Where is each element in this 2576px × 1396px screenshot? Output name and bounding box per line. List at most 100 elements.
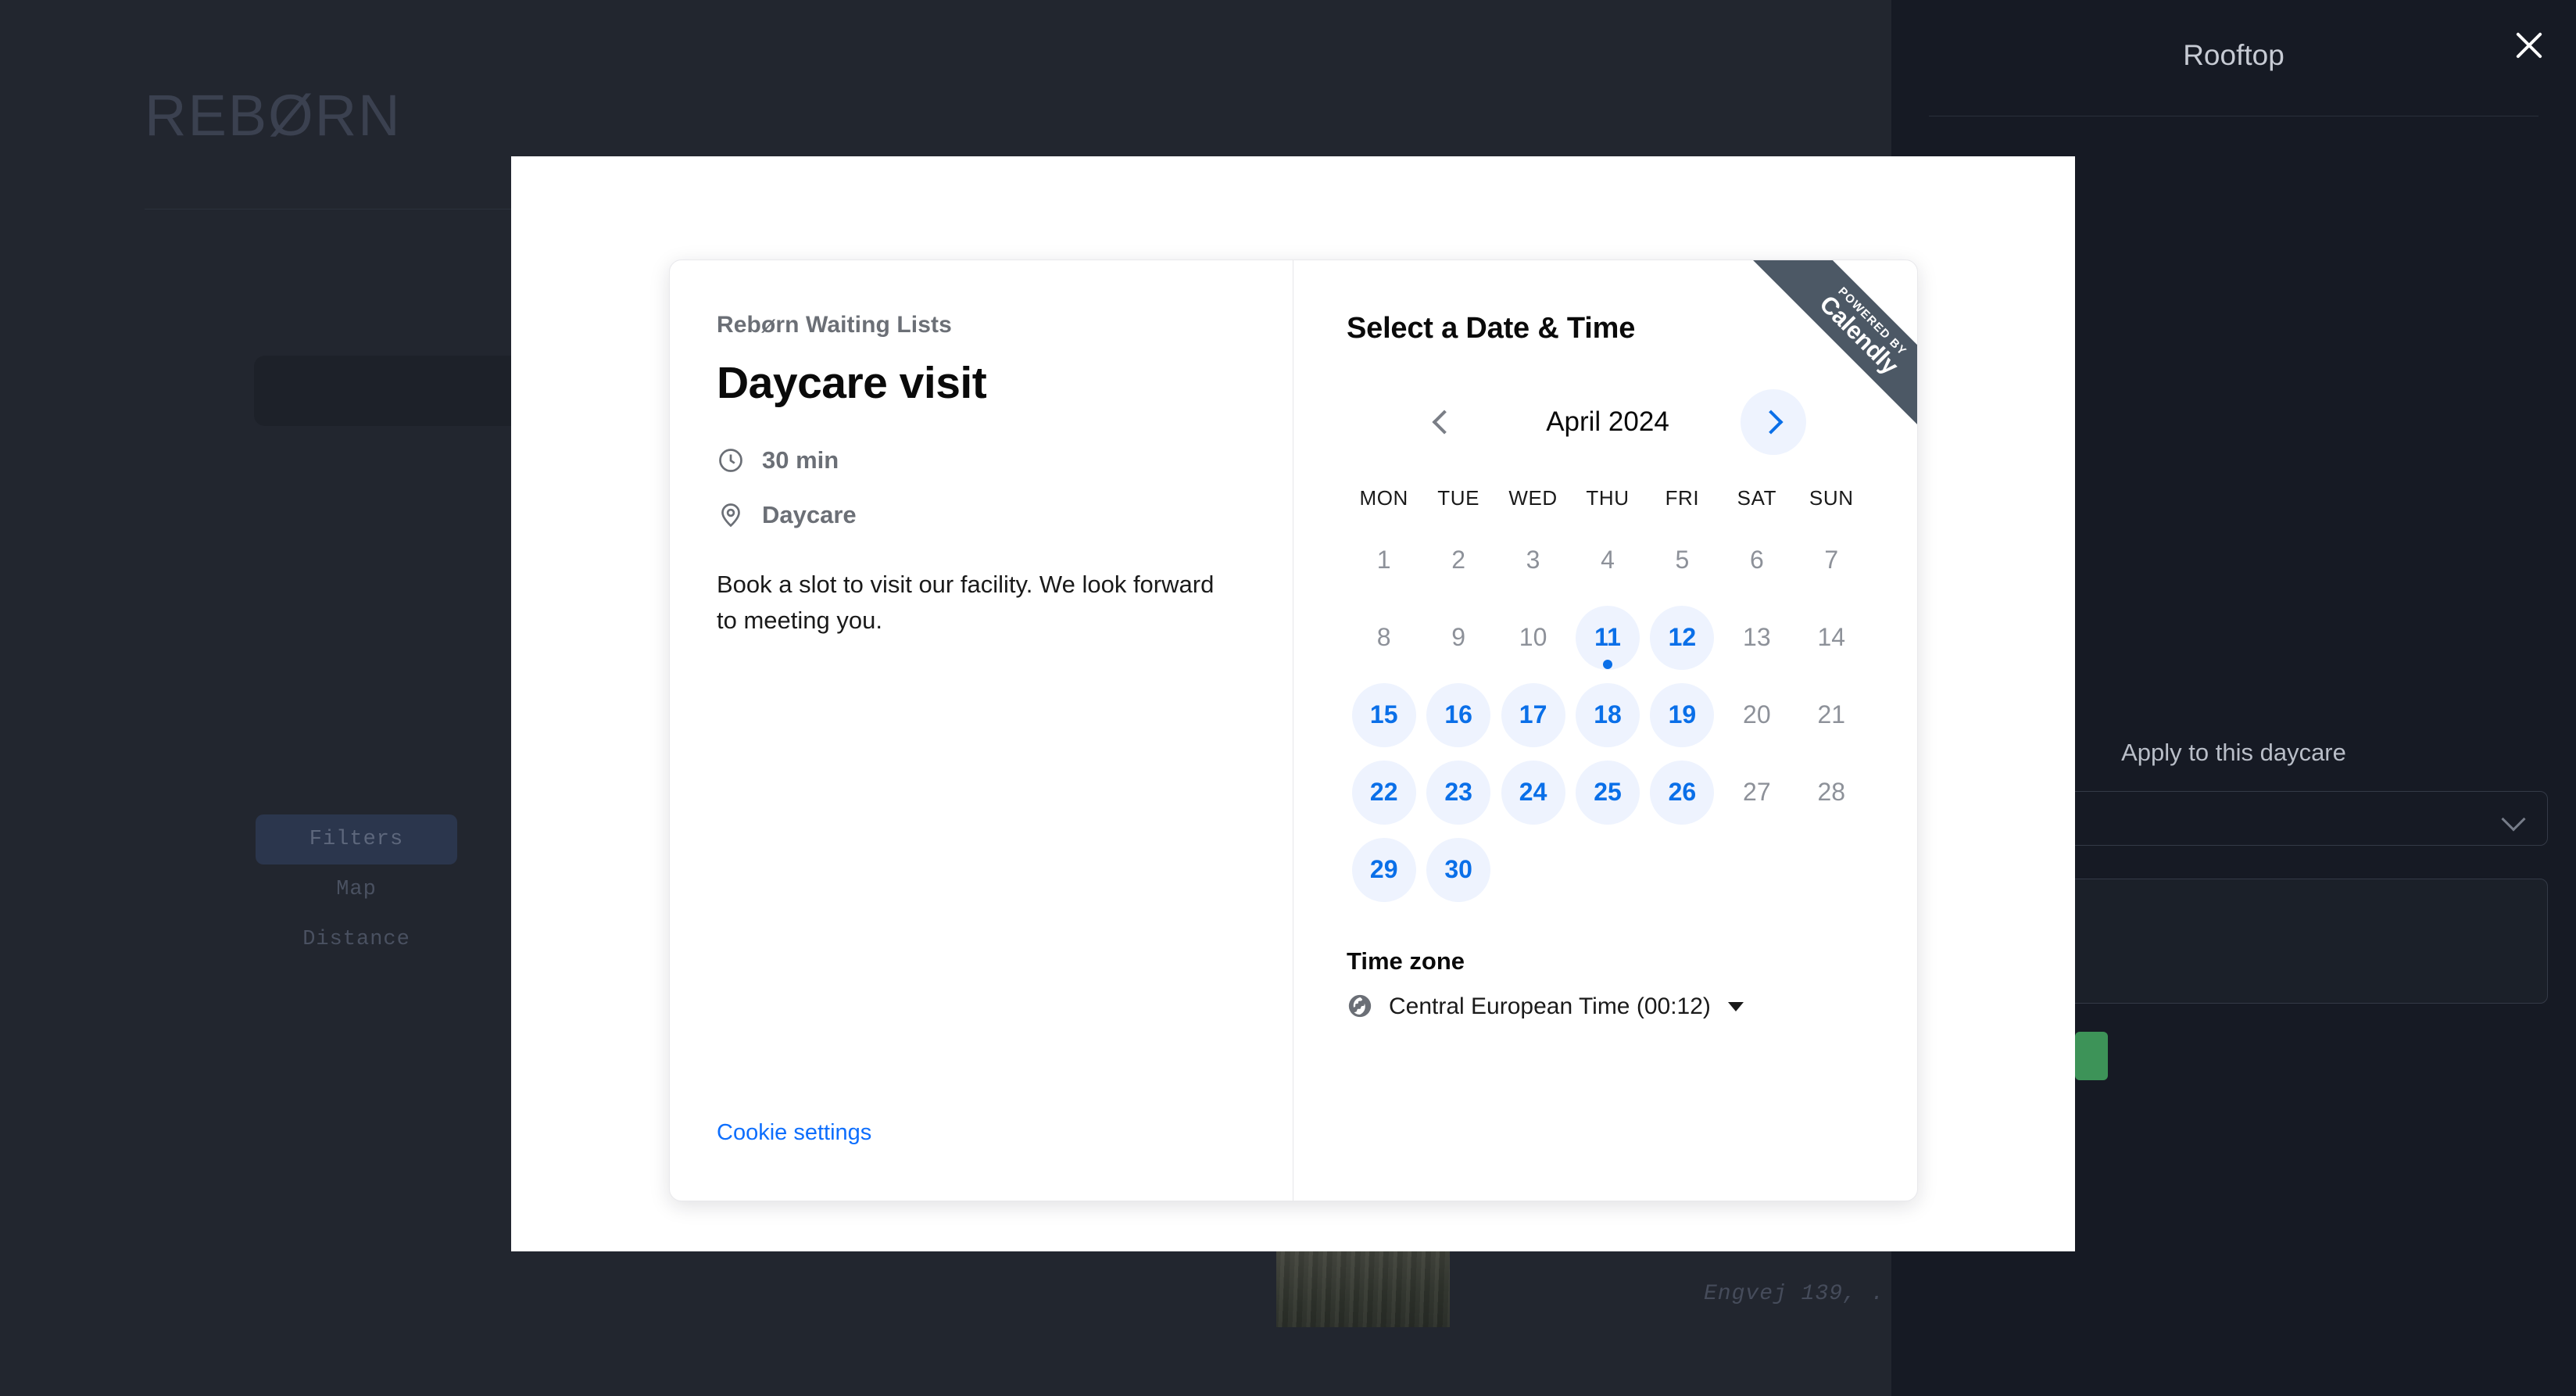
daycare-thumbnail xyxy=(1276,1249,1450,1327)
globe-icon xyxy=(1347,993,1375,1021)
chevron-right-icon xyxy=(1758,410,1784,435)
calendar-day-10: 10 xyxy=(1519,623,1547,651)
timezone-block: Time zone Central European Time (00:12) xyxy=(1347,947,1744,1021)
calendar-day-2: 2 xyxy=(1451,546,1466,574)
calendar-day-header: MON xyxy=(1359,486,1408,510)
calendar-day-blank xyxy=(1650,838,1714,902)
timezone-selector[interactable]: Central European Time (00:12) xyxy=(1347,993,1744,1021)
calendar-day-blank xyxy=(1725,838,1789,902)
calendar-cell: 18 xyxy=(1570,676,1644,753)
calendar-day-3: 3 xyxy=(1526,546,1540,574)
calendar-day-blank xyxy=(1501,838,1565,902)
calendar-cell xyxy=(1570,831,1644,908)
calendar-day-28: 28 xyxy=(1817,778,1846,806)
calendar-cell: 27 xyxy=(1719,753,1794,831)
calendar-day-24[interactable]: 24 xyxy=(1501,760,1565,825)
event-duration: 30 min xyxy=(762,446,839,474)
calendar-cell: 10 xyxy=(1496,599,1570,676)
calendar-grid: MON TUE WED THU FRI SAT SUN 1 2 3 4 5 6 7 8 9 10 11 12 13 14… xyxy=(1347,486,1869,908)
filters-nav: Filters Map Distance xyxy=(256,814,457,965)
calendar-cell: 19 xyxy=(1645,676,1719,753)
daycare-address: Engvej 139, . xyxy=(1704,1282,1885,1306)
panel-title: Rooftop xyxy=(2183,39,2284,71)
calendar-cell: 1 xyxy=(1347,521,1421,599)
calendar-day-14: 14 xyxy=(1817,623,1846,651)
calendar-day-15[interactable]: 15 xyxy=(1351,682,1416,747)
calendar-day-12[interactable]: 12 xyxy=(1650,605,1715,670)
filter-tab-map[interactable]: Map xyxy=(256,864,457,915)
calendar-day-22[interactable]: 22 xyxy=(1351,760,1416,825)
calendar-day-1: 1 xyxy=(1376,546,1391,574)
filter-tab-distance[interactable]: Distance xyxy=(256,915,457,965)
calendar-day-header: SAT xyxy=(1737,486,1777,510)
calendar-cell: 17 xyxy=(1496,676,1570,753)
calendar-cell: 25 xyxy=(1570,753,1644,831)
calendar-day-11[interactable]: 11 xyxy=(1575,605,1640,670)
calendar-day-5: 5 xyxy=(1675,546,1690,574)
calendar-day-25[interactable]: 25 xyxy=(1575,760,1640,825)
event-info-pane: Rebørn Waiting Lists Daycare visit 30 mi… xyxy=(670,260,1293,1201)
calendar-cell: 15 xyxy=(1347,676,1421,753)
calendar-day-13: 13 xyxy=(1743,623,1771,651)
calendar-cell: 7 xyxy=(1794,521,1869,599)
calendar-cell: 22 xyxy=(1347,753,1421,831)
calendar-day-6: 6 xyxy=(1749,546,1764,574)
calendar-cell: 6 xyxy=(1719,521,1794,599)
event-location-row: Daycare xyxy=(717,501,1246,529)
calendar-day-30[interactable]: 30 xyxy=(1426,837,1491,902)
calendar-day-header: TUE xyxy=(1437,486,1480,510)
select-date-time-heading: Select a Date & Time xyxy=(1347,312,1636,345)
calendar-nav: April 2024 xyxy=(1347,389,1869,455)
prev-month-button[interactable] xyxy=(1409,389,1475,455)
calendar-month-label: April 2024 xyxy=(1546,406,1669,437)
caret-down-icon xyxy=(1727,1002,1744,1011)
calendar-day-header: THU xyxy=(1586,486,1630,510)
event-title: Daycare visit xyxy=(717,358,987,408)
timezone-label: Time zone xyxy=(1347,947,1465,975)
calendar-day-18[interactable]: 18 xyxy=(1575,682,1640,747)
calendar-cell: 3 xyxy=(1496,521,1570,599)
calendar-day-9: 9 xyxy=(1451,623,1466,651)
timezone-value: Central European Time (00:12) xyxy=(1389,993,1711,1019)
calendar-cell: 30 xyxy=(1421,831,1495,908)
calendar-day-19[interactable]: 19 xyxy=(1650,682,1715,747)
calendar-day-blank xyxy=(1576,838,1640,902)
chevron-down-icon xyxy=(2501,807,2526,832)
event-location: Daycare xyxy=(762,501,857,528)
calendar-cell xyxy=(1719,831,1794,908)
calendar-cell xyxy=(1496,831,1570,908)
calendar-cell: 13 xyxy=(1719,599,1794,676)
calendar-cell: 4 xyxy=(1570,521,1644,599)
calendar-day-27: 27 xyxy=(1743,778,1771,806)
next-month-button[interactable] xyxy=(1741,389,1806,455)
calendar-day-23[interactable]: 23 xyxy=(1426,760,1491,825)
calendly-booking-card: Rebørn Waiting Lists Daycare visit 30 mi… xyxy=(669,260,1918,1201)
cookie-settings-link[interactable]: Cookie settings xyxy=(717,1120,871,1146)
calendar-cell: 8 xyxy=(1347,599,1421,676)
map-pin-icon xyxy=(717,501,745,529)
calendar-day-29[interactable]: 29 xyxy=(1351,837,1416,902)
calendar-day-16[interactable]: 16 xyxy=(1426,682,1491,747)
event-meta: 30 min Daycare xyxy=(717,446,1246,529)
calendar-cell xyxy=(1645,831,1719,908)
close-icon[interactable] xyxy=(2506,22,2553,69)
calendar-cell: 23 xyxy=(1421,753,1495,831)
calendar-day-26[interactable]: 26 xyxy=(1650,760,1715,825)
calendar-cell: 5 xyxy=(1645,521,1719,599)
screen: REBØRN Filters Map Distance Engvej 139, … xyxy=(0,0,2576,1396)
calendar-day-21: 21 xyxy=(1817,700,1846,728)
filter-tab-filters[interactable]: Filters xyxy=(256,814,457,864)
calendar-day-17[interactable]: 17 xyxy=(1501,682,1565,747)
calendar-cell: 20 xyxy=(1719,676,1794,753)
calendar-cell: 11 xyxy=(1570,599,1644,676)
calendar-cell: 21 xyxy=(1794,676,1869,753)
chevron-left-icon xyxy=(1432,410,1457,435)
date-time-pane: Select a Date & Time April 2024 MON TUE WE… xyxy=(1293,260,1917,1201)
calendar-cell: 28 xyxy=(1794,753,1869,831)
organization-name: Rebørn Waiting Lists xyxy=(717,312,952,338)
submit-button[interactable] xyxy=(2075,1032,2108,1080)
clock-icon xyxy=(717,446,745,474)
calendar-cell: 16 xyxy=(1421,676,1495,753)
calendar-day-header: WED xyxy=(1508,486,1558,510)
calendar-cell: 14 xyxy=(1794,599,1869,676)
